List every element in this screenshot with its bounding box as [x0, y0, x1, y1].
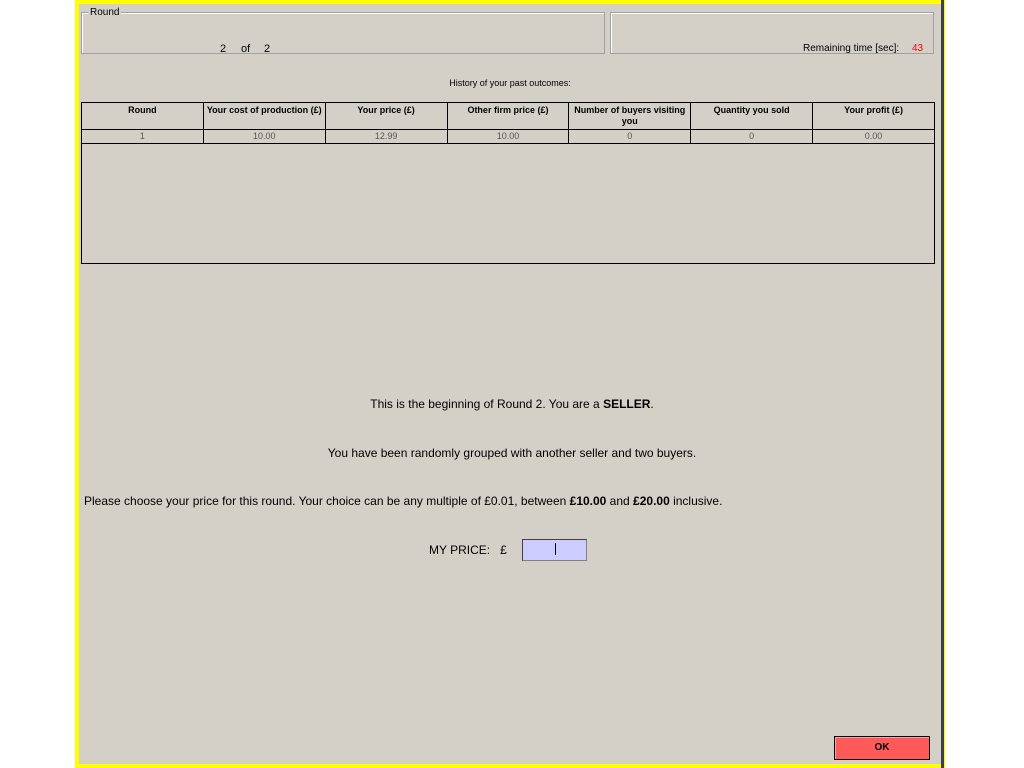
- col-other-price: Other firm price (£): [446, 102, 570, 130]
- role-label: SELLER: [603, 397, 651, 411]
- col-buyers-visiting: Number of buyers visiting you: [568, 102, 692, 130]
- currency-symbol: £: [500, 543, 507, 557]
- choose-suffix: inclusive.: [669, 494, 723, 508]
- window-edge: [941, 0, 944, 768]
- text-caret: [555, 543, 556, 555]
- min-price: £10.00: [569, 494, 607, 508]
- table-row: 1 10.00 12.99 10.00 0 0 0.00: [81, 129, 935, 144]
- intro-message: This is the beginning of Round 2. You ar…: [77, 397, 947, 411]
- col-round: Round: [81, 102, 204, 130]
- intro-prefix: This is the beginning of Round 2. You ar…: [370, 397, 604, 411]
- grouping-message: You have been randomly grouped with anot…: [327, 446, 697, 460]
- history-header-row: Round Your cost of production (£) Your p…: [81, 102, 935, 130]
- col-quantity-sold: Quantity you sold: [690, 102, 814, 130]
- table-cell: 10.00: [202, 129, 326, 144]
- round-current: 2: [220, 43, 227, 55]
- table-cell: 10.00: [446, 129, 570, 144]
- table-cell: 0.00: [812, 129, 935, 144]
- remaining-time-value: 43: [912, 43, 924, 54]
- history-table: Round Your cost of production (£) Your p…: [81, 102, 935, 144]
- table-cell: 12.99: [324, 129, 448, 144]
- round-of-label: of: [241, 43, 251, 55]
- max-price: £20.00: [633, 494, 670, 508]
- choose-prefix: Please choose your price for this round.…: [84, 494, 570, 508]
- round-total: 2: [264, 43, 271, 55]
- price-label-group: MY PRICE: £: [429, 543, 507, 557]
- my-price-label: MY PRICE:: [429, 543, 491, 557]
- choose-price-message: Please choose your price for this round.…: [84, 494, 722, 508]
- col-your-price: Your price (£): [324, 102, 448, 130]
- remaining-time-label: Remaining time [sec]:: [803, 43, 900, 54]
- round-legend: Round: [88, 7, 122, 18]
- table-cell: 0: [568, 129, 692, 144]
- price-input[interactable]: [522, 539, 587, 561]
- col-profit: Your profit (£): [812, 102, 935, 130]
- table-cell: 1: [81, 129, 204, 144]
- intro-suffix: .: [650, 397, 654, 411]
- table-cell: 0: [690, 129, 814, 144]
- ok-button[interactable]: OK: [834, 736, 930, 760]
- history-title: History of your past outcomes:: [449, 78, 571, 88]
- col-cost: Your cost of production (£): [202, 102, 326, 130]
- timer-panel: Remaining time [sec]: 43: [610, 12, 934, 54]
- round-panel: Round 2 of 2: [81, 7, 605, 55]
- history-empty-area: [81, 143, 935, 264]
- choose-and: and: [606, 494, 634, 508]
